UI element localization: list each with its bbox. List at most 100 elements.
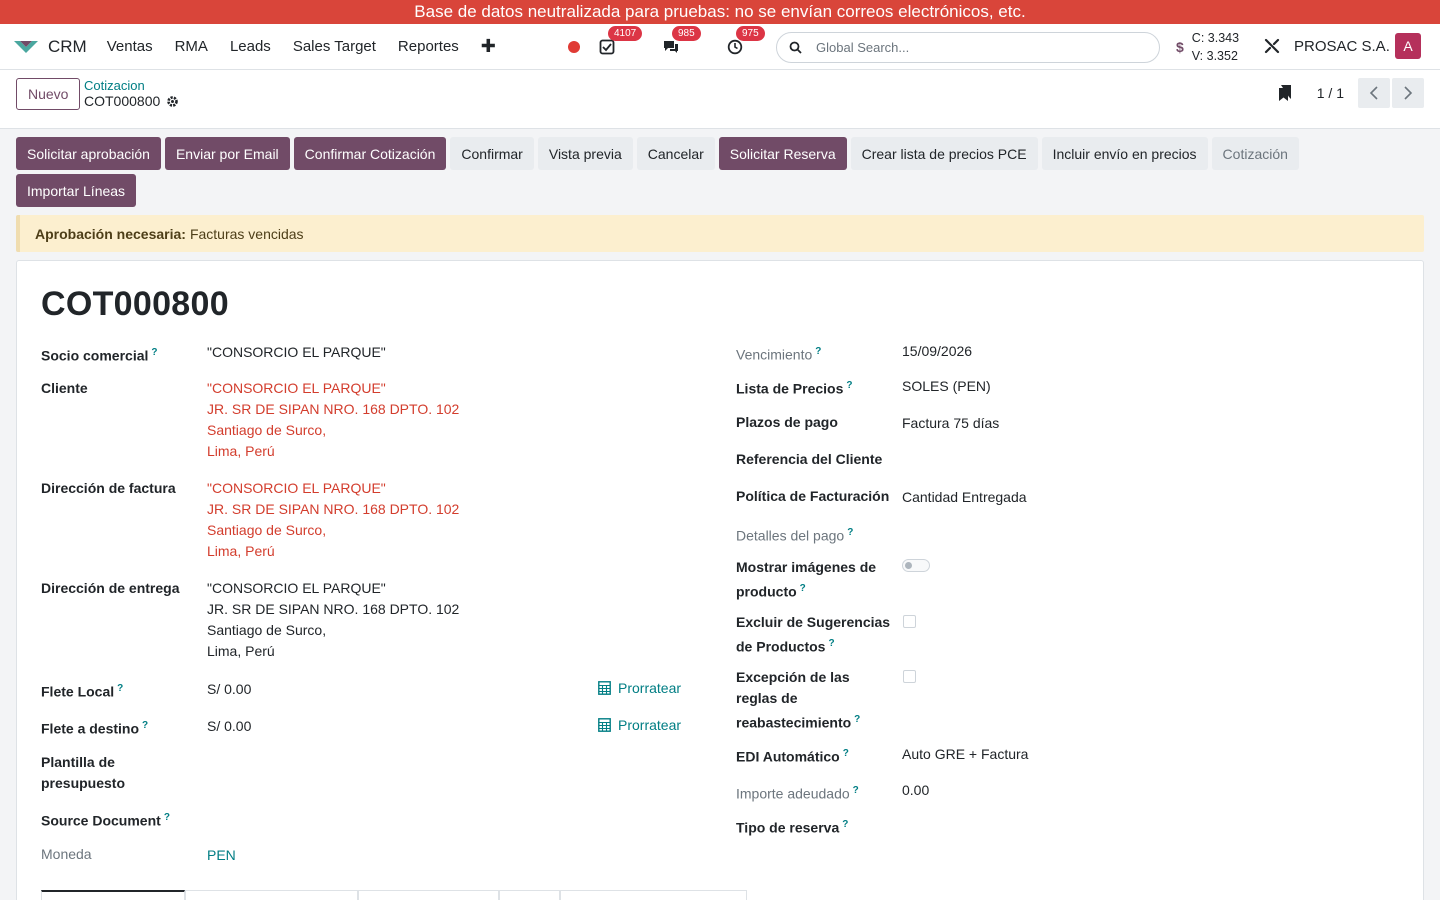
add-menu-icon[interactable]: ✚	[481, 36, 496, 57]
chat-icon	[664, 41, 678, 53]
edi-value[interactable]: Auto GRE + Factura	[902, 744, 1028, 765]
chevron-right-icon	[1404, 86, 1413, 100]
app-name[interactable]: CRM	[48, 37, 87, 57]
currency-label: Moneda	[41, 846, 92, 862]
expiry-value[interactable]: 15/09/2026	[902, 341, 972, 362]
request-approval-button[interactable]: Solicitar aprobación	[16, 137, 161, 170]
replenish-exception-label: Excepción de las reglas de reabastecimie…	[736, 669, 861, 731]
notebook-tabs	[41, 890, 747, 900]
rate-buy: C: 3.343	[1191, 31, 1240, 45]
send-email-button[interactable]: Enviar por Email	[164, 137, 290, 170]
invoice-policy-value[interactable]: Cantidad Entregada	[902, 487, 1027, 508]
currency-value[interactable]: PEN	[207, 845, 236, 866]
client-address[interactable]: "CONSORCIO EL PARQUE" JR. SR DE SIPAN NR…	[207, 378, 459, 462]
crm-app-logo-icon[interactable]	[12, 37, 40, 57]
tab-2[interactable]	[185, 890, 358, 900]
template-label: Plantilla de presupuesto	[41, 754, 126, 791]
global-search-input[interactable]	[816, 40, 1136, 55]
exchange-rates: $ C: 3.343 V: 3.352	[1176, 29, 1239, 65]
search-icon	[789, 41, 802, 54]
messages-badge: 985	[672, 26, 701, 41]
show-images-label: Mostrar imágenes de producto?	[736, 559, 877, 600]
delivery-address[interactable]: "CONSORCIO EL PARQUE" JR. SR DE SIPAN NR…	[207, 578, 459, 662]
control-panel: Nuevo Cotizacion COT000800 1 / 1	[0, 70, 1440, 128]
prorate-dest-button[interactable]: Prorratear	[598, 717, 681, 733]
record-title: COT000800	[41, 285, 229, 323]
invoice-policy-label: Política de Facturación	[736, 488, 890, 504]
rate-sell: V: 3.352	[1191, 49, 1238, 63]
clock-button[interactable]: 975	[724, 26, 765, 58]
messages-button[interactable]: 985	[660, 26, 701, 58]
delivery-address-label: Dirección de entrega	[41, 580, 180, 596]
new-button[interactable]: Nuevo	[16, 78, 81, 110]
payment-terms-value[interactable]: Factura 75 días	[902, 413, 999, 434]
check-square-icon	[599, 39, 615, 55]
import-lines-button[interactable]: Importar Líneas	[16, 174, 137, 207]
confirm-quotation-button[interactable]: Confirmar Cotización	[293, 137, 447, 170]
client-ref-label: Referencia del Cliente	[736, 451, 883, 467]
show-images-toggle[interactable]	[902, 559, 930, 572]
prorate-local-button[interactable]: Prorratear	[598, 680, 681, 696]
stage-quotation[interactable]: Cotización	[1211, 137, 1299, 170]
create-pce-pricelist-button[interactable]: Crear lista de precios PCE	[850, 137, 1038, 170]
pager-previous-button[interactable]	[1358, 78, 1390, 108]
menu-leads[interactable]: Leads	[230, 38, 271, 55]
recording-dot-icon[interactable]	[568, 41, 580, 53]
test-database-banner: Base de datos neutralizada para pruebas:…	[0, 0, 1440, 24]
clock-icon	[727, 39, 743, 55]
menu-sales-target[interactable]: Sales Target	[293, 38, 376, 55]
partner-value[interactable]: "CONSORCIO EL PARQUE"	[207, 342, 386, 363]
pricelist-value[interactable]: SOLES (PEN)	[902, 376, 991, 397]
bookmarks-icon[interactable]	[1277, 84, 1293, 102]
confirm-button[interactable]: Confirmar	[450, 137, 534, 170]
form-sheet: COT000800 Socio comercial? "CONSORCIO EL…	[16, 260, 1424, 900]
tab-4[interactable]	[499, 890, 560, 900]
pager-value[interactable]: 1 / 1	[1317, 85, 1344, 101]
systray: 4107 985 975	[568, 24, 788, 70]
tab-1[interactable]	[41, 890, 185, 900]
tab-5[interactable]	[560, 890, 747, 900]
gear-icon[interactable]	[166, 95, 179, 108]
breadcrumb-current: COT000800	[84, 93, 179, 109]
include-shipping-button[interactable]: Incluir envío en precios	[1041, 137, 1208, 170]
tools-icon[interactable]	[1263, 37, 1281, 55]
global-search[interactable]	[776, 32, 1160, 63]
breadcrumb: Cotizacion COT000800	[84, 79, 179, 109]
reservation-type-label: Tipo de reserva?	[736, 819, 849, 836]
menu-rma[interactable]: RMA	[175, 38, 208, 55]
expiry-label: Vencimiento?	[736, 346, 822, 363]
replenish-exception-checkbox[interactable]	[903, 670, 916, 683]
invoice-address[interactable]: "CONSORCIO EL PARQUE" JR. SR DE SIPAN NR…	[207, 478, 459, 562]
exclude-suggestions-checkbox[interactable]	[903, 615, 916, 628]
preview-button[interactable]: Vista previa	[537, 137, 633, 170]
amount-due-value: 0.00	[902, 782, 930, 798]
menu-ventas[interactable]: Ventas	[107, 38, 153, 55]
dest-freight-value[interactable]: S/ 0.00	[207, 716, 251, 737]
top-navbar: CRM Ventas RMA Leads Sales Target Report…	[0, 24, 1440, 70]
menu-reportes[interactable]: Reportes	[398, 38, 459, 55]
partner-label: Socio comercial?	[41, 347, 158, 364]
activities-button[interactable]: 4107	[596, 26, 643, 58]
local-freight-label: Flete Local?	[41, 683, 124, 700]
pricelist-label: Lista de Precios?	[736, 380, 853, 397]
pager: 1 / 1	[1277, 78, 1424, 108]
request-reservation-button[interactable]: Solicitar Reserva	[718, 137, 847, 170]
user-avatar[interactable]: A	[1395, 33, 1421, 59]
clock-badge: 975	[736, 26, 765, 41]
header-divider	[0, 128, 1440, 129]
alert-text: Facturas vencidas	[189, 225, 304, 242]
payment-details-label: Detalles del pago?	[736, 527, 854, 544]
breadcrumb-parent[interactable]: Cotizacion	[84, 79, 179, 93]
approval-alert: Aprobación necesaria: Facturas vencidas	[16, 215, 1424, 252]
company-switcher[interactable]: PROSAC S.A.	[1294, 38, 1390, 55]
pager-next-button[interactable]	[1392, 78, 1424, 108]
tab-3[interactable]	[358, 890, 499, 900]
local-freight-value[interactable]: S/ 0.00	[207, 679, 251, 700]
cancel-button[interactable]: Cancelar	[636, 137, 715, 170]
client-label: Cliente	[41, 380, 88, 396]
amount-due-label: Importe adeudado?	[736, 785, 859, 802]
action-buttons-row2: Importar Líneas	[16, 174, 137, 207]
calculator-icon	[598, 681, 611, 695]
edi-label: EDI Automático?	[736, 748, 849, 765]
calculator-icon	[598, 718, 611, 732]
